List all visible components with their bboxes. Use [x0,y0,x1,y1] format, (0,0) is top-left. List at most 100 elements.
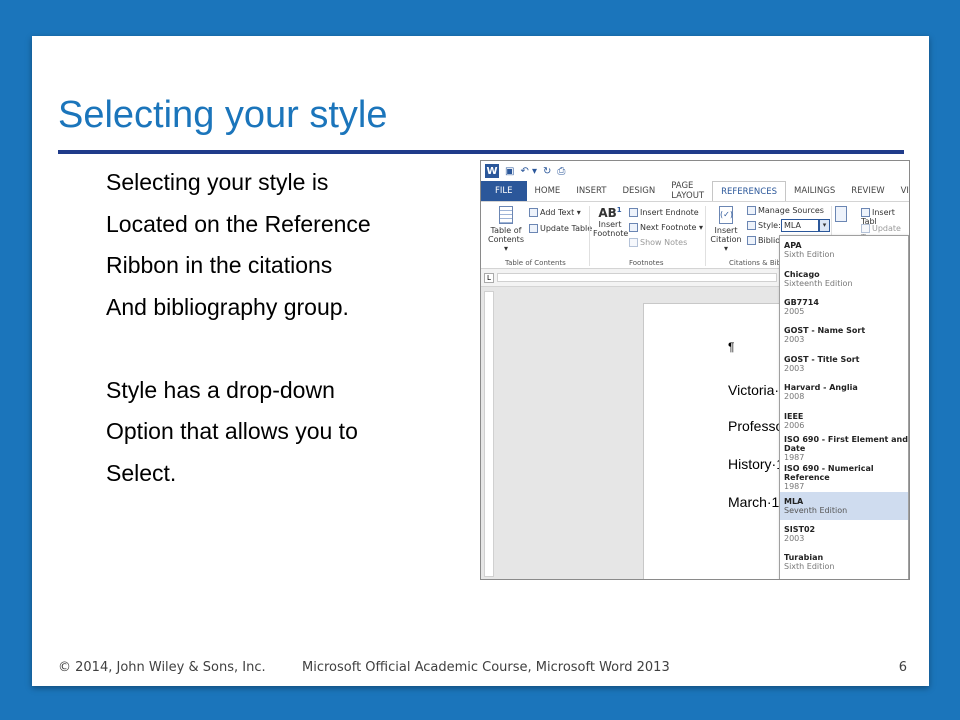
tab-insert[interactable]: INSERT [568,181,614,201]
next-footnote-icon [629,223,638,232]
style-icon [747,221,756,230]
word-screenshot: W ▣ ↶ ▾ ↻ ⎙ FILE HOME INSERT DESIGN PAGE… [480,160,910,580]
style-option-name: Turabian [784,553,824,563]
ruler-track[interactable] [497,273,777,282]
insert-footnote-button[interactable]: AB1 Insert Footnote [593,206,628,238]
slide-title: Selecting your style [58,94,388,136]
style-option-name: GB7714 [784,297,819,307]
style-option-name: Chicago [784,269,820,279]
body-line: Option that allows you to [106,418,358,444]
tab-selector-icon[interactable]: L [484,273,494,283]
endnote-icon [629,208,638,217]
style-option-name: SIST02 [784,525,816,535]
document-line: History·1 [728,456,785,472]
style-option[interactable]: IEEE 2006 [780,406,908,434]
body-line: Located on the Reference [106,210,371,237]
style-option-edition: Sixth Edition [784,250,835,260]
word-logo-icon: W [485,164,499,178]
style-option-edition: 2005 [784,306,805,316]
group-divider [705,206,706,266]
style-option-edition: 1987 [784,453,805,463]
style-option-name: GOST - Title Sort [784,354,860,364]
add-text-icon [529,208,538,217]
update-figures-icon [861,224,870,233]
print-icon[interactable]: ⎙ [557,166,565,177]
tab-view[interactable]: VIEW [893,181,909,201]
body-line: Style has a drop-down [106,376,335,403]
quick-access-toolbar: W ▣ ↶ ▾ ↻ ⎙ [481,161,909,181]
bibliography-icon [747,236,756,245]
style-option-name: MLA [784,496,804,506]
style-option[interactable]: GOST - Name Sort 2003 [780,321,908,349]
group-label-footnotes: Footnotes [629,259,664,267]
style-option[interactable]: APA Sixth Edition [780,236,908,264]
insert-endnote-button[interactable]: Insert Endnote [629,208,699,217]
style-label: Style: [747,221,781,230]
next-footnote-button[interactable]: Next Footnote ▾ [629,223,703,232]
citation-icon: (✓) [719,206,733,224]
tab-mailings[interactable]: MAILINGS [786,181,843,201]
style-option-edition: Sixteenth Edition [784,278,853,288]
tab-references[interactable]: REFERENCES [712,181,786,201]
tab-file[interactable]: FILE [481,181,527,201]
style-option[interactable]: SIST02 2003 [780,520,908,548]
title-underline [58,150,904,154]
style-option-name: ISO 690 - First Element and Date [784,435,908,454]
group-label-citations: Citations & Bib [729,259,782,267]
body-line-blank [106,328,371,370]
style-dropdown-list: APA Sixth Edition Chicago Sixteenth Edition… [779,235,909,579]
chevron-down-icon[interactable]: ▾ [819,219,830,232]
style-option[interactable]: GB7714 2005 [780,293,908,321]
manage-sources-icon [747,206,756,215]
add-text-button[interactable]: Add Text ▾ [529,208,581,217]
document-line: Professo [728,418,784,434]
insert-citation-button[interactable]: (✓) Insert Citation ▾ [709,206,743,253]
manage-sources-button[interactable]: Manage Sources [747,206,824,215]
body-line: Select. [106,459,177,486]
show-notes-button[interactable]: Show Notes [629,238,687,247]
tab-page-layout[interactable]: PAGE LAYOUT [663,181,712,201]
style-option[interactable]: Harvard - Anglia 2008 [780,378,908,406]
style-select[interactable]: MLA [781,219,819,232]
style-option[interactable]: ISO 690 - First Element and Date 1987 [780,435,908,463]
body-line: Ribbon in the citations [106,252,333,278]
slide-number: 6 [898,660,907,675]
style-option-edition: 1987 [784,481,805,491]
style-option-edition: 2003 [784,534,805,544]
bibliography-button[interactable]: Biblio [747,236,780,245]
group-label-toc: Table of Contents [505,259,566,267]
style-option-name: ISO 690 - Numerical Reference [784,463,874,482]
footnote-icon: AB1 [598,206,622,220]
table-of-contents-icon [499,206,513,224]
save-icon[interactable]: ▣ [505,166,514,177]
footer-copyright: © 2014, John Wiley & Sons, Inc. [58,660,266,675]
update-table-icon [529,224,538,233]
style-option[interactable]: ISO 690 - Numerical Reference 1987 [780,463,908,491]
show-notes-icon [629,238,638,247]
footer-course-title: Microsoft Official Academic Course, Micr… [302,660,670,675]
undo-icon[interactable]: ↶ ▾ [520,166,537,177]
style-option-edition: Sixth Edition [784,562,835,572]
body-line: And bibliography group. [106,293,349,320]
slide: Selecting your style Selecting your styl… [32,36,929,686]
style-option-edition: 2008 [784,392,805,402]
style-option-edition: 2003 [784,335,805,345]
ribbon-tabs: FILE HOME INSERT DESIGN PAGE LAYOUT REFE… [481,181,909,201]
table-of-figures-icon [861,208,870,217]
insert-caption-icon[interactable] [835,206,849,222]
tab-review[interactable]: REVIEW [843,181,892,201]
style-option[interactable]: Turabian Sixth Edition [780,548,908,576]
style-option-edition: Seventh Edition [784,505,848,515]
tab-design[interactable]: DESIGN [614,181,663,201]
vertical-ruler [484,291,494,577]
redo-icon[interactable]: ↻ [543,166,551,177]
style-option[interactable]: GOST - Title Sort 2003 [780,350,908,378]
body-line: Selecting your style is [106,169,329,195]
tab-home[interactable]: HOME [527,181,569,201]
style-option[interactable]: Chicago Sixteenth Edition [780,264,908,292]
style-option-name: GOST - Name Sort [784,326,866,336]
style-option[interactable]: MLA Seventh Edition [780,491,908,520]
table-of-contents-button[interactable]: Table of Contents ▾ [487,206,525,253]
style-option-name: APA [784,241,802,251]
update-table-button[interactable]: Update Table [529,224,592,233]
